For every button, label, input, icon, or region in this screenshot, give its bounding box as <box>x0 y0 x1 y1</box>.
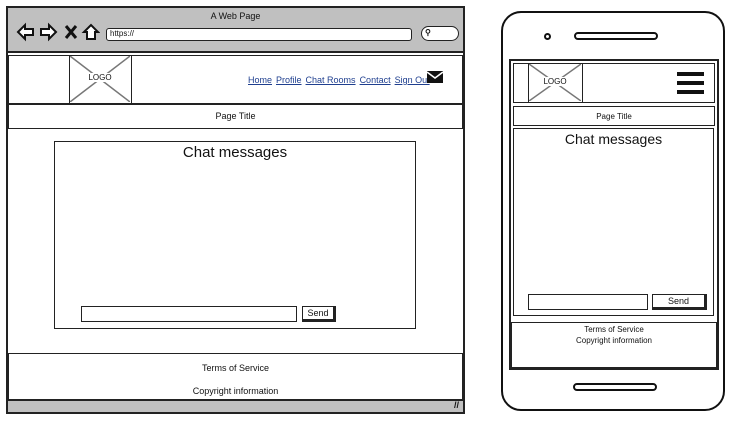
mobile-copyright-text: Copyright information <box>575 336 653 345</box>
resize-grip-icon[interactable]: // <box>454 400 459 410</box>
chat-panel <box>54 141 416 329</box>
phone-screen: LOGO Page Title Chat messages Send Terms… <box>509 59 719 370</box>
url-bar[interactable]: https:// <box>106 28 412 41</box>
status-bar: // <box>8 400 463 412</box>
home-icon[interactable] <box>81 23 100 40</box>
logo-text: LOGO <box>70 73 130 82</box>
nav-sign-out[interactable]: Sign Out <box>395 75 430 85</box>
hamburger-menu-icon[interactable] <box>677 72 704 94</box>
browser-titlebar: A Web Page https:// ⚲ <box>8 8 463 53</box>
mobile-logo-placeholder: LOGO <box>528 63 583 103</box>
mobile-message-input[interactable] <box>528 294 648 310</box>
url-text: https:// <box>110 29 135 38</box>
mobile-page-title: Page Title <box>596 112 632 121</box>
speaker-icon <box>574 32 658 40</box>
search-icon: ⚲ <box>425 28 431 37</box>
copyright-text: Copyright information <box>192 386 279 396</box>
nav-icons <box>16 22 100 42</box>
logo-placeholder: LOGO <box>69 55 132 104</box>
nav-menu: Home Profile Chat Rooms Contact Sign Out <box>248 70 434 88</box>
mail-icon[interactable] <box>427 71 443 83</box>
phone-frame: LOGO Page Title Chat messages Send Terms… <box>501 11 725 411</box>
page-title: Page Title <box>215 111 256 121</box>
camera-icon <box>544 33 551 40</box>
nav-chat-rooms[interactable]: Chat Rooms <box>306 75 356 85</box>
mobile-send-button[interactable]: Send <box>652 294 707 310</box>
mobile-chat-title: Chat messages <box>564 131 663 147</box>
terms-link[interactable]: Terms of Service <box>8 363 463 373</box>
nav-home[interactable]: Home <box>248 75 272 85</box>
nav-contact[interactable]: Contact <box>360 75 391 85</box>
browser-window: A Web Page https:// ⚲ LOGO Home Profile Ch… <box>6 6 465 414</box>
mobile-logo-text: LOGO <box>529 77 581 86</box>
mobile-chat-panel <box>513 128 714 316</box>
back-icon[interactable] <box>16 22 34 42</box>
stop-icon[interactable] <box>64 25 78 39</box>
chat-title: Chat messages <box>182 144 288 161</box>
mobile-terms-link[interactable]: Terms of Service <box>511 325 717 334</box>
message-input[interactable] <box>81 306 297 322</box>
send-button[interactable]: Send <box>302 306 336 322</box>
window-title: A Web Page <box>210 11 261 21</box>
search-box[interactable]: ⚲ <box>421 26 459 41</box>
nav-profile[interactable]: Profile <box>276 75 302 85</box>
forward-icon[interactable] <box>40 22 58 42</box>
home-button[interactable] <box>573 383 657 391</box>
